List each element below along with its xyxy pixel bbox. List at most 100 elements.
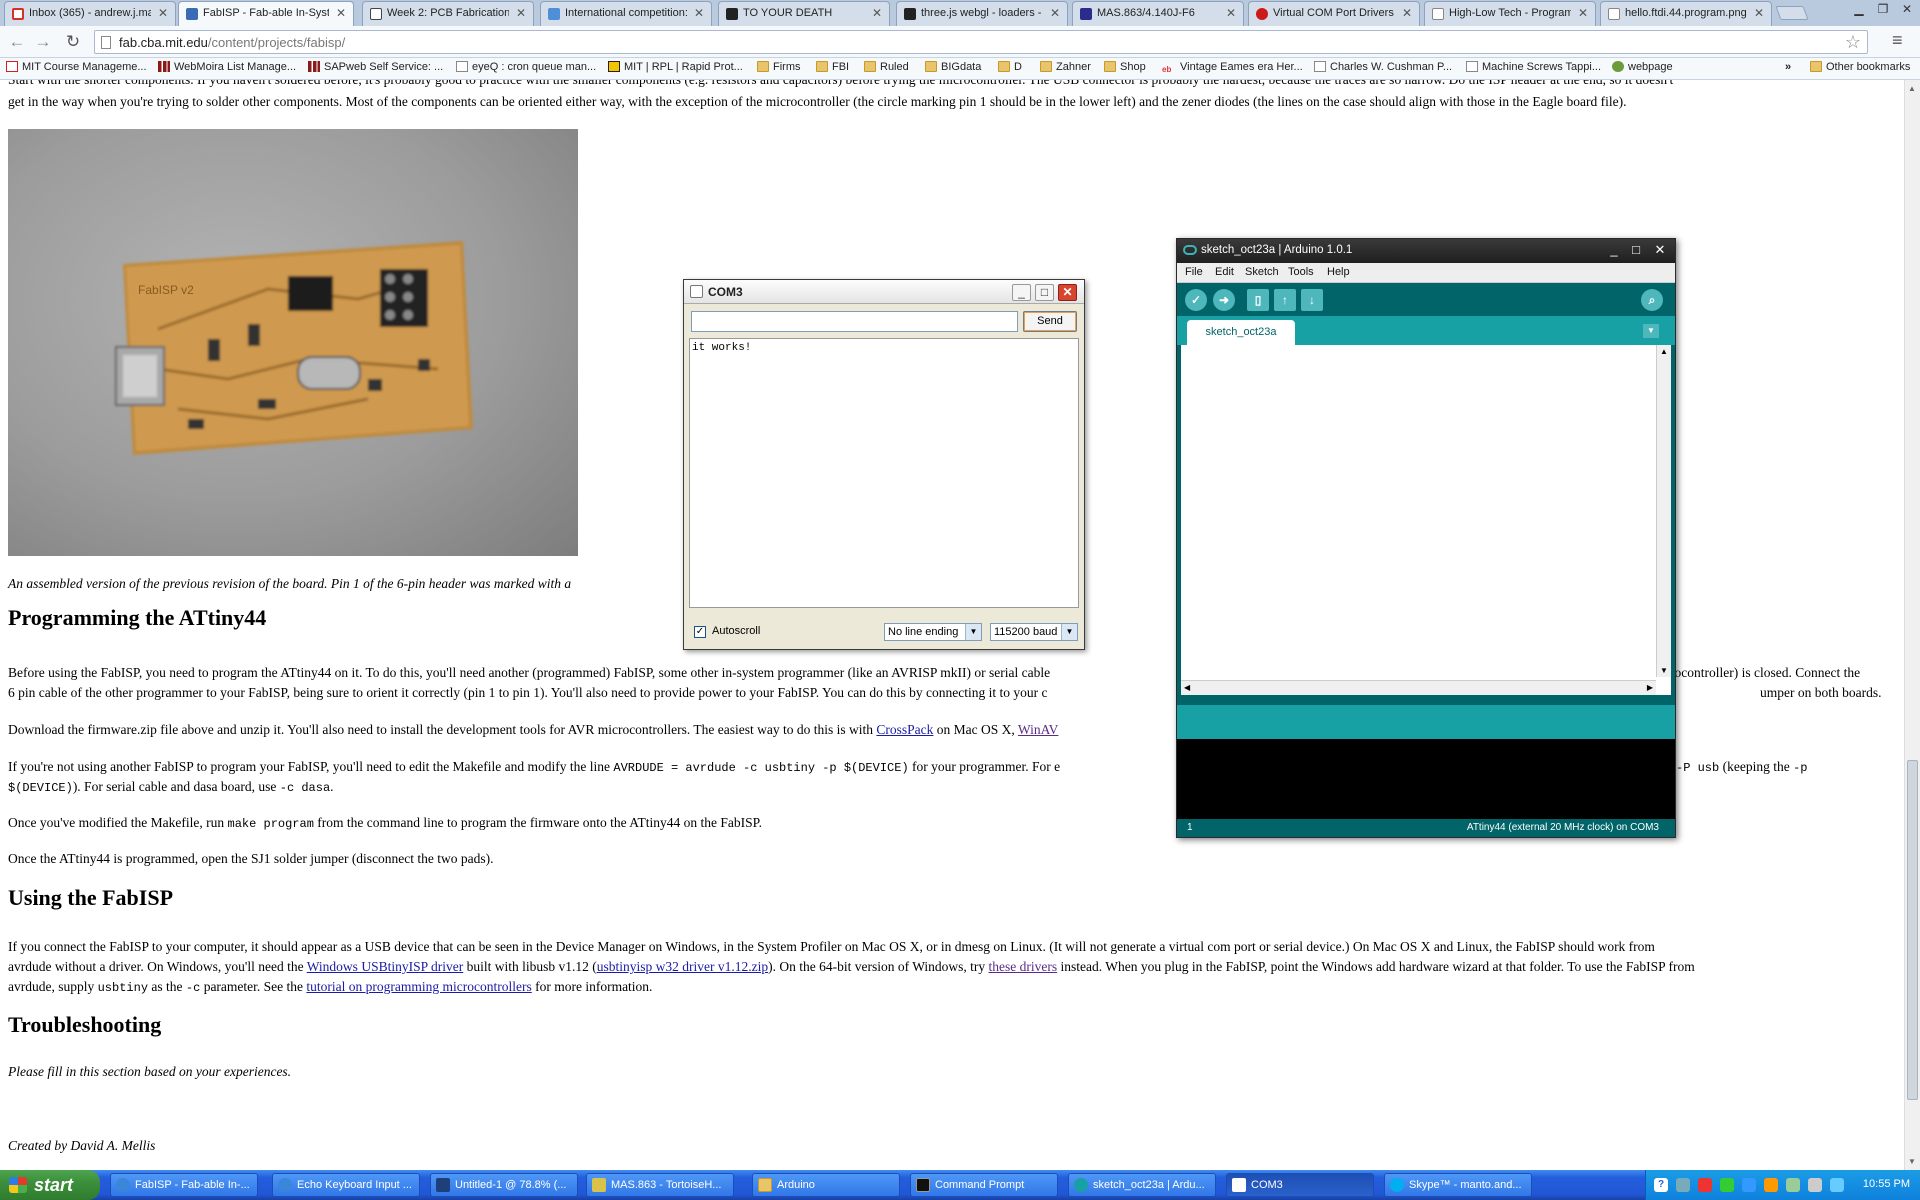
- taskbar-button-active[interactable]: COM3: [1226, 1173, 1374, 1197]
- browser-tab-death[interactable]: TO YOUR DEATH ✕: [718, 1, 890, 26]
- serial-output-area[interactable]: it works!: [689, 338, 1079, 608]
- bookmark-item[interactable]: SAPweb Self Service: ...: [308, 61, 443, 73]
- save-sketch-icon[interactable]: ↓: [1301, 289, 1323, 311]
- menu-edit[interactable]: Edit: [1215, 266, 1234, 278]
- scroll-down-arrow-icon[interactable]: ▼: [1660, 666, 1668, 675]
- close-tab-icon[interactable]: ✕: [694, 6, 704, 20]
- tutorial-link[interactable]: tutorial on programming microcontrollers: [306, 979, 531, 994]
- bookmark-folder[interactable]: D: [998, 61, 1022, 73]
- line-ending-select[interactable]: No line ending ▼: [884, 623, 982, 641]
- code-editor[interactable]: ▲ ▼ ◀ ▶: [1181, 345, 1671, 695]
- bookmark-star-icon[interactable]: ☆: [1845, 32, 1861, 53]
- scroll-up-arrow-icon[interactable]: ▲: [1908, 84, 1916, 93]
- taskbar-button[interactable]: Untitled-1 @ 78.8% (...: [430, 1173, 578, 1197]
- close-tab-icon[interactable]: ✕: [872, 6, 882, 20]
- close-icon[interactable]: ✕: [1896, 2, 1918, 18]
- minimize-icon[interactable]: _: [1012, 284, 1031, 301]
- serial-monitor-magnifier-icon[interactable]: ⌕: [1641, 289, 1663, 311]
- minimize-icon[interactable]: ▁: [1848, 2, 1870, 18]
- send-button[interactable]: Send: [1023, 311, 1077, 332]
- editor-horizontal-scrollbar[interactable]: ◀ ▶: [1181, 680, 1656, 695]
- browser-tab-vcp[interactable]: Virtual COM Port Drivers ✕: [1248, 1, 1420, 26]
- taskbar-button[interactable]: Skype™ - manto.and...: [1384, 1173, 1532, 1197]
- bookmark-folder[interactable]: Ruled: [864, 61, 909, 73]
- taskbar-button[interactable]: FabISP - Fab-able In-...: [110, 1173, 258, 1197]
- browser-tab-png[interactable]: hello.ftdi.44.program.png ( ✕: [1600, 1, 1772, 26]
- bookmark-item[interactable]: webpage: [1612, 61, 1673, 73]
- editor-vertical-scrollbar[interactable]: ▲ ▼: [1656, 345, 1671, 677]
- close-icon[interactable]: ✕: [1651, 243, 1669, 259]
- window-titlebar[interactable]: sketch_oct23a | Arduino 1.0.1 _ □ ✕: [1177, 239, 1675, 263]
- browser-tab-competition[interactable]: International competition: A ✕: [540, 1, 712, 26]
- close-tab-icon[interactable]: ✕: [1402, 6, 1412, 20]
- autoscroll-checkbox[interactable]: ✓: [694, 626, 706, 638]
- start-button[interactable]: start: [0, 1170, 100, 1200]
- close-tab-icon[interactable]: ✕: [1050, 6, 1060, 20]
- console-output[interactable]: [1177, 739, 1675, 819]
- close-tab-icon[interactable]: ✕: [1226, 6, 1236, 20]
- bookmark-folder[interactable]: Firms: [757, 61, 801, 73]
- browser-tab-week2[interactable]: Week 2: PCB Fabrication ✕: [362, 1, 534, 26]
- volume-icon[interactable]: [1808, 1178, 1822, 1192]
- window-titlebar[interactable]: COM3 _ □ ✕: [684, 280, 1084, 304]
- browser-tab-threejs[interactable]: three.js webgl - loaders - O ✕: [896, 1, 1068, 26]
- open-sketch-icon[interactable]: ↑: [1274, 289, 1296, 311]
- taskbar-button[interactable]: Command Prompt: [910, 1173, 1058, 1197]
- close-tab-icon[interactable]: ✕: [336, 6, 346, 20]
- close-tab-icon[interactable]: ✕: [1578, 6, 1588, 20]
- bookmark-folder[interactable]: Zahner: [1040, 61, 1091, 73]
- browser-tab-mas863[interactable]: MAS.863/4.140J-F6 ✕: [1072, 1, 1244, 26]
- scrollbar-thumb[interactable]: [1907, 760, 1918, 1100]
- bookmark-item[interactable]: Charles W. Cushman P...: [1314, 61, 1452, 73]
- close-tab-icon[interactable]: ✕: [1754, 6, 1764, 20]
- bookmark-item[interactable]: MIT Course Manageme...: [6, 61, 147, 73]
- new-tab-button[interactable]: [1775, 6, 1809, 20]
- other-bookmarks[interactable]: Other bookmarks: [1810, 61, 1910, 73]
- minimize-icon[interactable]: _: [1605, 243, 1623, 259]
- sketch-tab[interactable]: sketch_oct23a: [1187, 320, 1295, 345]
- menu-file[interactable]: File: [1185, 266, 1203, 278]
- bookmark-folder[interactable]: Shop: [1104, 61, 1146, 73]
- page-scrollbar[interactable]: ▲ ▼: [1904, 80, 1920, 1170]
- new-sketch-icon[interactable]: ▯: [1247, 289, 1269, 311]
- menu-tools[interactable]: Tools: [1288, 266, 1314, 278]
- baud-rate-select[interactable]: 115200 baud ▼: [990, 623, 1078, 641]
- menu-sketch[interactable]: Sketch: [1245, 266, 1279, 278]
- restore-icon[interactable]: ❐: [1872, 2, 1894, 18]
- menu-help[interactable]: Help: [1327, 266, 1350, 278]
- wrench-icon[interactable]: ≡: [1892, 30, 1903, 51]
- bookmark-item[interactable]: MIT | RPL | Rapid Prot...: [608, 61, 743, 73]
- usbtinyisp-driver-link[interactable]: Windows USBtinyISP driver: [307, 959, 463, 974]
- bookmark-folder[interactable]: FBI: [816, 61, 849, 73]
- verify-check-icon[interactable]: ✓: [1185, 289, 1207, 311]
- tray-icon[interactable]: [1742, 1178, 1756, 1192]
- back-arrow-icon[interactable]: ←: [6, 32, 28, 52]
- address-bar[interactable]: fab.cba.mit.edu/content/projects/fabisp/…: [94, 30, 1868, 54]
- scroll-right-arrow-icon[interactable]: ▶: [1647, 683, 1653, 692]
- taskbar-button[interactable]: sketch_oct23a | Ardu...: [1068, 1173, 1216, 1197]
- taskbar-button[interactable]: MAS.863 - TortoiseH...: [586, 1173, 734, 1197]
- taskbar-button[interactable]: Echo Keyboard Input ...: [272, 1173, 420, 1197]
- close-icon[interactable]: ✕: [1058, 284, 1077, 301]
- scroll-down-arrow-icon[interactable]: ▼: [1908, 1157, 1916, 1166]
- browser-tab-gmail[interactable]: Inbox (365) - andrew.j.man ✕: [4, 1, 176, 26]
- close-tab-icon[interactable]: ✕: [158, 6, 168, 20]
- reload-icon[interactable]: ↻: [62, 32, 84, 52]
- tray-icon[interactable]: [1786, 1178, 1800, 1192]
- serial-send-input[interactable]: [691, 311, 1018, 332]
- tray-icon[interactable]: [1698, 1178, 1712, 1192]
- help-icon[interactable]: ?: [1654, 1178, 1668, 1192]
- scroll-left-arrow-icon[interactable]: ◀: [1184, 683, 1190, 692]
- browser-tab-highlow[interactable]: High-Low Tech - Programi ✕: [1424, 1, 1596, 26]
- driver-zip-link[interactable]: usbtinyisp w32 driver v1.12.zip: [597, 959, 768, 974]
- forward-arrow-icon[interactable]: →: [32, 32, 54, 52]
- tab-menu-chevron-icon[interactable]: ▼: [1643, 324, 1659, 338]
- maximize-icon[interactable]: □: [1627, 243, 1645, 259]
- scroll-up-arrow-icon[interactable]: ▲: [1660, 347, 1668, 356]
- tray-icon[interactable]: [1676, 1178, 1690, 1192]
- winavr-link[interactable]: WinAV: [1018, 722, 1058, 737]
- crosspack-link[interactable]: CrossPack: [876, 722, 933, 737]
- maximize-icon[interactable]: □: [1035, 284, 1054, 301]
- bookmark-item[interactable]: eb Vintage Eames era Her...: [1162, 61, 1303, 76]
- bookmark-folder[interactable]: BIGdata: [925, 61, 981, 73]
